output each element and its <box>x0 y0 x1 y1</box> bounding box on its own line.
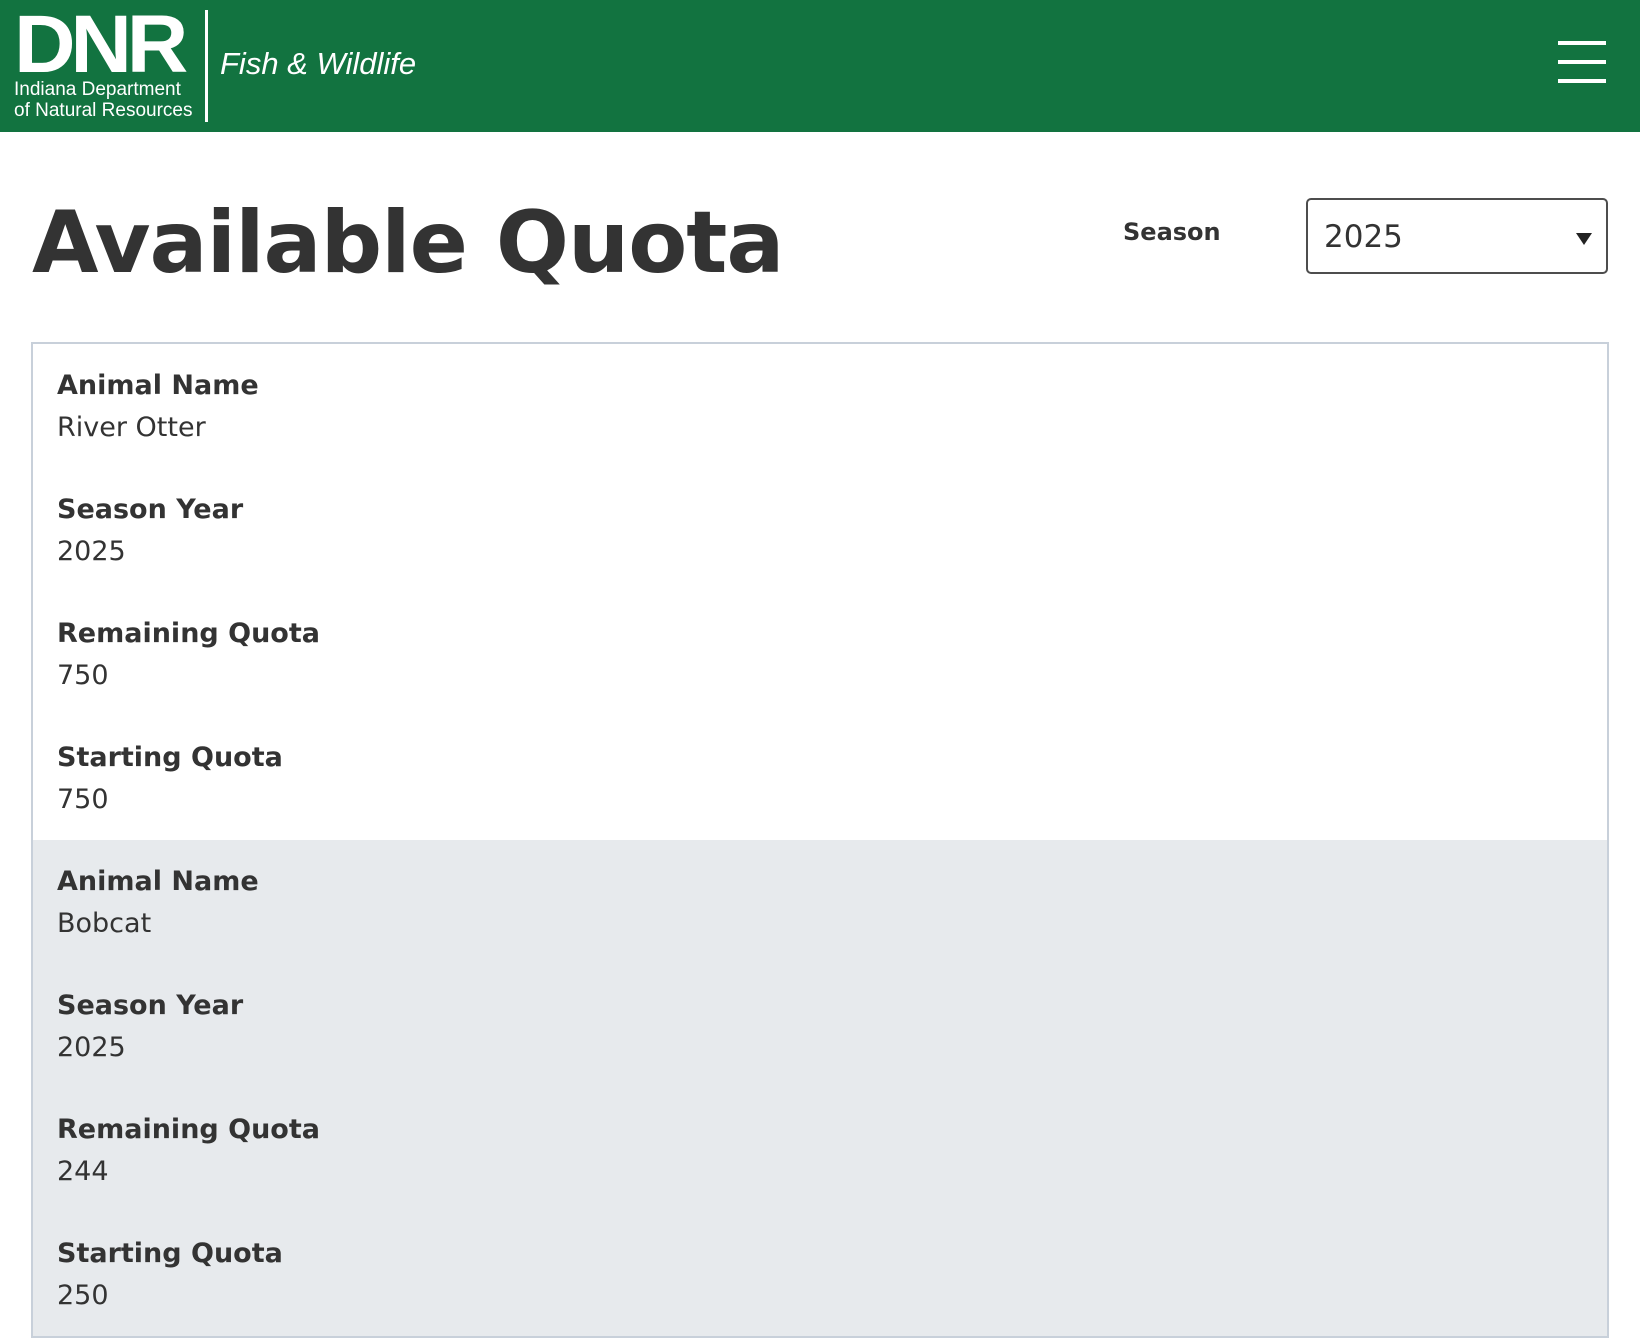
field-season-year: Season Year 2025 <box>57 988 1457 1066</box>
field-remaining-quota: Remaining Quota 244 <box>57 1112 1457 1190</box>
field-label: Remaining Quota <box>57 1114 320 1145</box>
field-label: Season Year <box>57 990 244 1021</box>
field-label: Season Year <box>57 494 244 525</box>
page-title: Available Quota <box>32 193 784 293</box>
caret-down-icon <box>1576 233 1592 245</box>
logo-wordmark: DNR <box>14 0 188 90</box>
quota-card: Animal Name Bobcat Season Year 2025 Rema… <box>33 840 1607 1336</box>
hamburger-menu-icon[interactable] <box>1556 38 1608 86</box>
field-animal-name: Animal Name River Otter <box>57 368 1457 446</box>
field-value: 750 <box>57 784 109 815</box>
dnr-logo[interactable]: DNR Indiana Department of Natural Resour… <box>14 4 214 122</box>
menu-bar <box>1558 79 1606 83</box>
logo-divider <box>205 10 208 122</box>
agency-name-line1: Indiana Department <box>14 79 181 100</box>
field-starting-quota: Starting Quota 250 <box>57 1236 1457 1314</box>
field-label: Starting Quota <box>57 1238 283 1269</box>
field-value: 750 <box>57 660 109 691</box>
field-value: 2025 <box>57 1032 126 1063</box>
season-select-value: 2025 <box>1324 219 1403 255</box>
agency-name-line2: of Natural Resources <box>14 100 193 121</box>
program-name[interactable]: Fish & Wildlife <box>220 48 416 79</box>
field-value: River Otter <box>57 412 206 443</box>
field-value: 250 <box>57 1280 109 1311</box>
field-value: 244 <box>57 1156 109 1187</box>
quota-card: Animal Name River Otter Season Year 2025… <box>33 344 1607 840</box>
field-label: Animal Name <box>57 866 259 897</box>
field-remaining-quota: Remaining Quota 750 <box>57 616 1457 694</box>
field-label: Starting Quota <box>57 742 283 773</box>
field-value: 2025 <box>57 536 126 567</box>
menu-bar <box>1558 60 1606 64</box>
field-animal-name: Animal Name Bobcat <box>57 864 1457 942</box>
site-header: DNR Indiana Department of Natural Resour… <box>0 0 1640 132</box>
menu-bar <box>1558 41 1606 45</box>
quota-list: Animal Name River Otter Season Year 2025… <box>31 342 1609 1338</box>
field-label: Animal Name <box>57 370 259 401</box>
field-value: Bobcat <box>57 908 152 939</box>
field-season-year: Season Year 2025 <box>57 492 1457 570</box>
season-select[interactable]: 2025 <box>1306 198 1608 274</box>
season-label: Season <box>1123 218 1221 246</box>
field-label: Remaining Quota <box>57 618 320 649</box>
field-starting-quota: Starting Quota 750 <box>57 740 1457 818</box>
